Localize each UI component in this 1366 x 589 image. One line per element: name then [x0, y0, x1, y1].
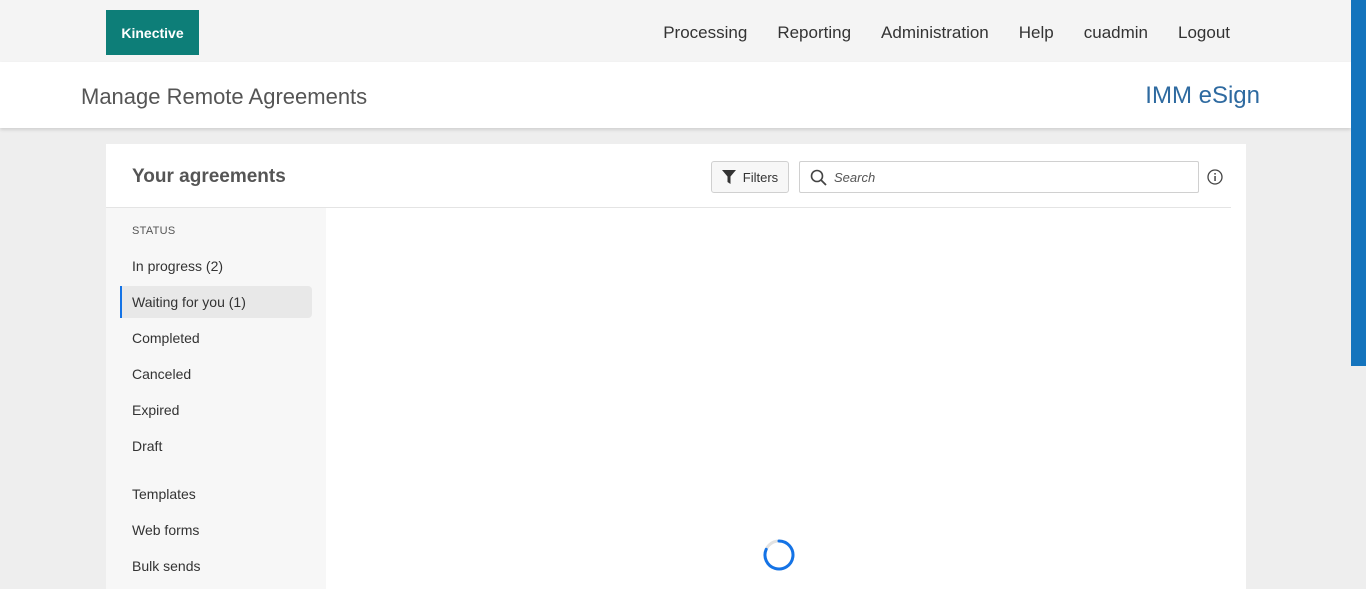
- nav-administration[interactable]: Administration: [881, 23, 989, 43]
- scrollbar-thumb[interactable]: [1351, 0, 1366, 366]
- sidebar-item-draft[interactable]: Draft: [120, 430, 312, 462]
- page-scrollbar[interactable]: [1351, 0, 1366, 589]
- agreements-panel: Your agreements Filters STATUS In progre…: [106, 144, 1246, 589]
- filter-icon: [721, 169, 736, 184]
- sidebar-item-completed[interactable]: Completed: [120, 322, 312, 354]
- nav-user[interactable]: cuadmin: [1084, 23, 1148, 43]
- sidebar-item-templates[interactable]: Templates: [120, 478, 312, 510]
- sidebar-item-waiting-for-you[interactable]: Waiting for you (1): [120, 286, 312, 318]
- filters-label: Filters: [742, 169, 779, 185]
- sidebar-item-web-forms[interactable]: Web forms: [120, 514, 312, 546]
- loading-spinner-icon: [763, 539, 795, 571]
- top-navbar: Kinective Processing Reporting Administr…: [0, 0, 1351, 62]
- sidebar-item-bulk-sends[interactable]: Bulk sends: [120, 550, 312, 582]
- status-sidebar: STATUS In progress (2) Waiting for you (…: [106, 208, 326, 589]
- search-input[interactable]: [834, 169, 1194, 185]
- nav-help[interactable]: Help: [1019, 23, 1054, 43]
- search-box[interactable]: [799, 161, 1199, 193]
- agreements-title: Your agreements: [132, 166, 286, 187]
- page-header: Manage Remote Agreements IMM eSign: [0, 62, 1351, 128]
- nav-processing[interactable]: Processing: [663, 23, 747, 43]
- search-icon: [810, 169, 827, 186]
- sidebar-item-expired[interactable]: Expired: [120, 394, 312, 426]
- info-icon[interactable]: [1207, 169, 1223, 185]
- filters-button[interactable]: Filters: [711, 161, 789, 193]
- status-section-label: STATUS: [132, 225, 176, 237]
- main-nav: Processing Reporting Administration Help…: [633, 0, 1230, 66]
- agreements-header: Your agreements Filters: [106, 144, 1231, 208]
- sidebar-item-in-progress[interactable]: In progress (2): [120, 250, 312, 282]
- nav-logout[interactable]: Logout: [1178, 23, 1230, 43]
- kinective-logo[interactable]: Kinective: [106, 10, 199, 55]
- sidebar-item-canceled[interactable]: Canceled: [120, 358, 312, 390]
- product-brand: IMM eSign: [1145, 82, 1260, 109]
- page-title: Manage Remote Agreements: [81, 84, 368, 109]
- nav-reporting[interactable]: Reporting: [777, 23, 851, 43]
